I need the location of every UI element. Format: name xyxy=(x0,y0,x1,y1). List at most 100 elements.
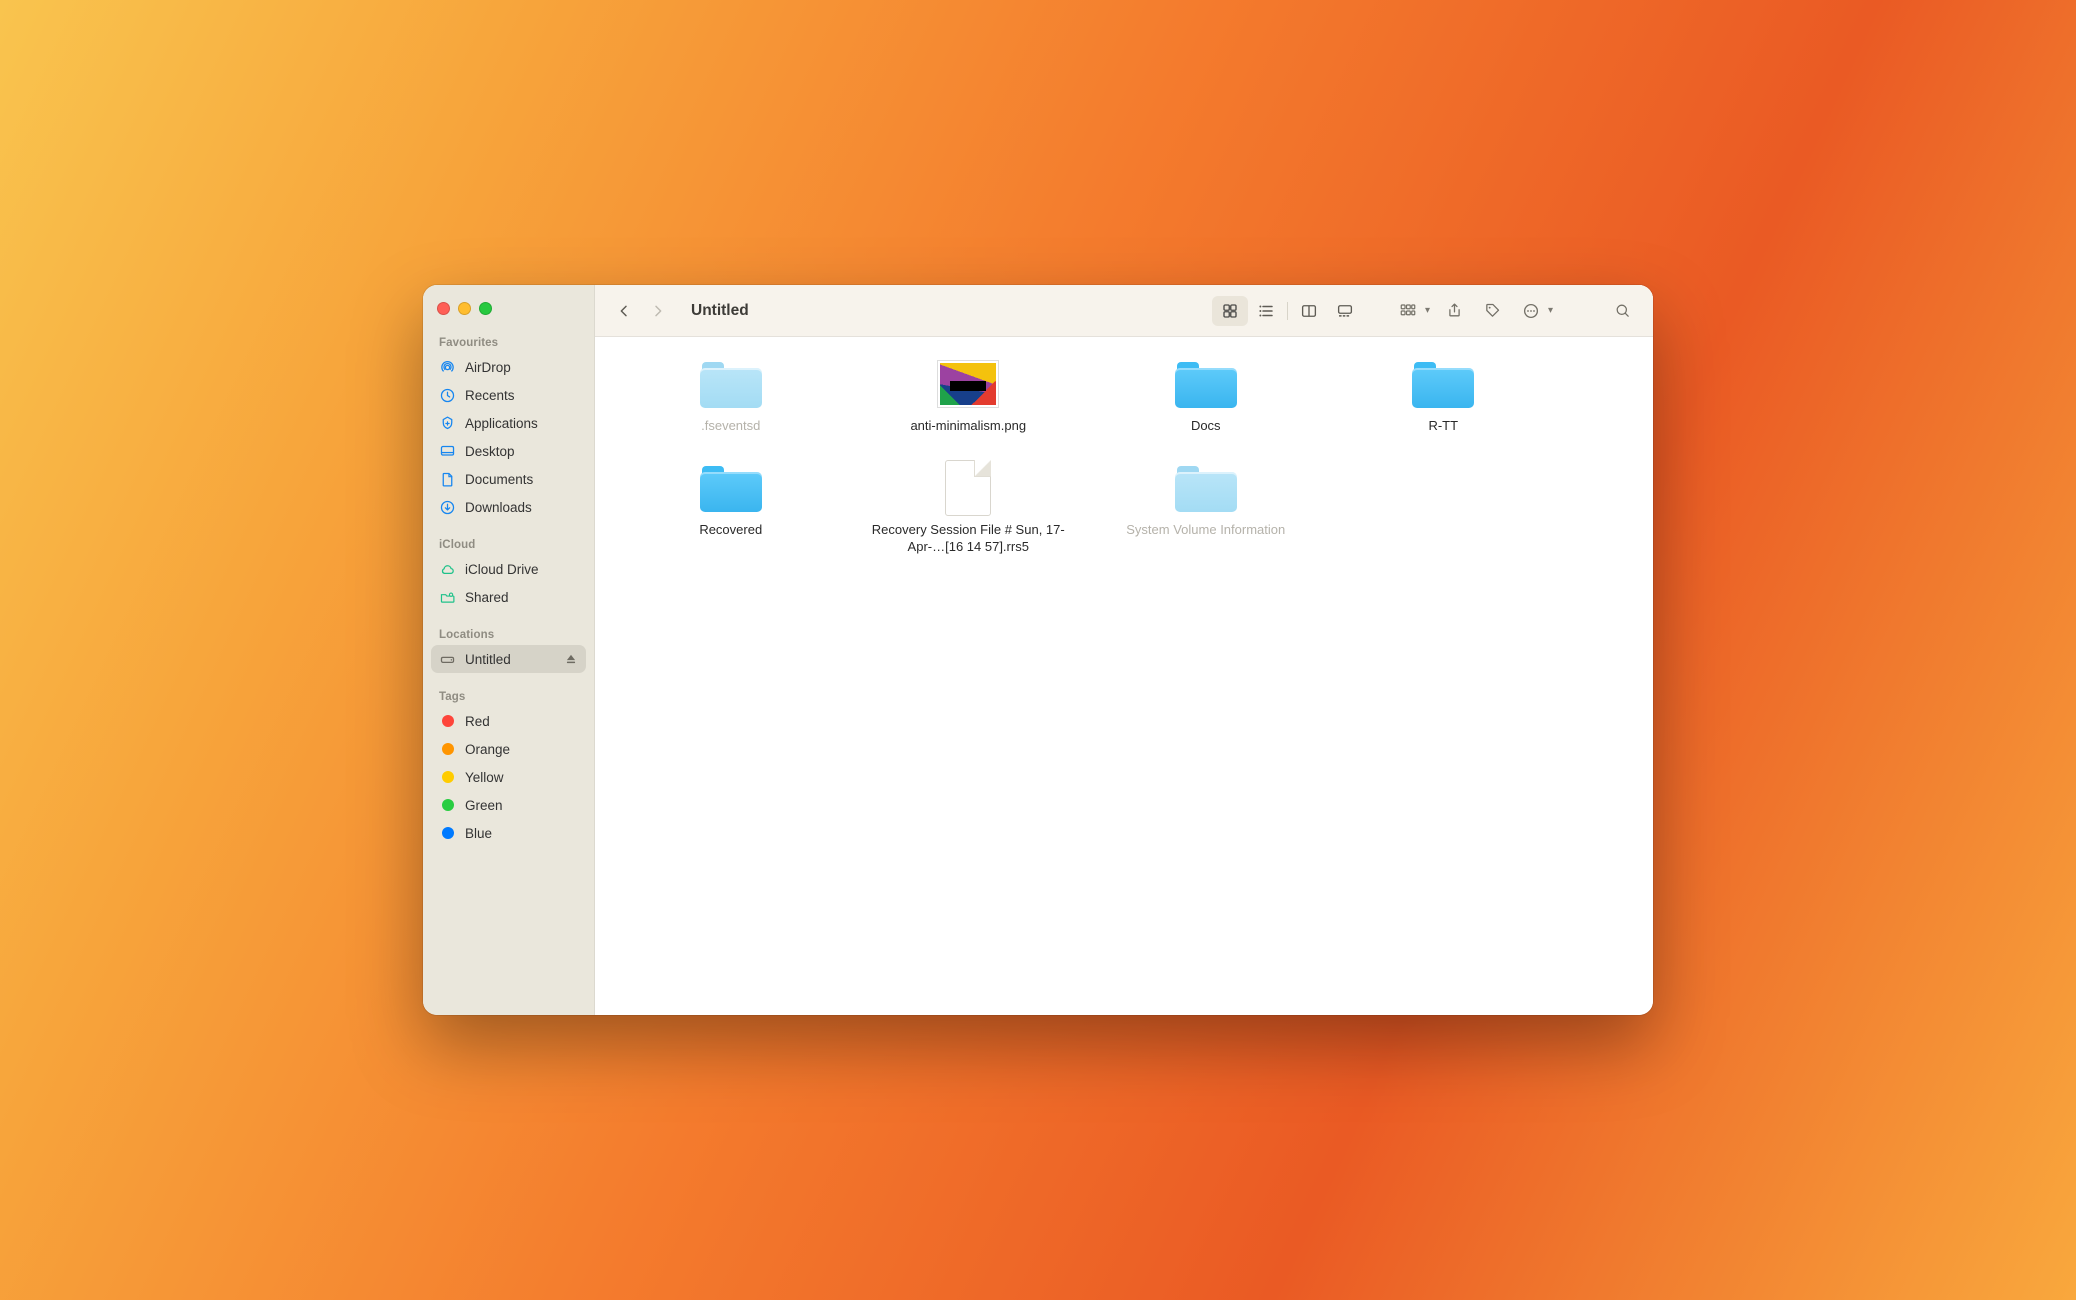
sidebar-item-downloads[interactable]: Downloads xyxy=(431,493,586,521)
sidebar-heading-tags: Tags xyxy=(431,687,586,707)
folder-icon xyxy=(1172,461,1240,515)
file-item[interactable]: Recovery Session File # Sun, 17-Apr-…[16… xyxy=(855,461,1083,556)
nav-arrows xyxy=(609,296,673,326)
folder-icon xyxy=(697,357,765,411)
file-name: .fseventsd xyxy=(701,417,760,435)
sidebar-heading-locations: Locations xyxy=(431,625,586,645)
window-controls xyxy=(431,297,586,333)
sidebar-item-label: Orange xyxy=(465,742,510,757)
sidebar-item-label: Yellow xyxy=(465,770,504,785)
view-list-button[interactable] xyxy=(1248,296,1284,326)
tag-dot-icon xyxy=(439,713,456,730)
file-item[interactable]: Recovered xyxy=(617,461,845,556)
tag-dot-icon xyxy=(439,769,456,786)
file-name: Recovery Session File # Sun, 17-Apr-…[16… xyxy=(863,521,1073,556)
folder-icon xyxy=(1172,357,1240,411)
sidebar-item-applications[interactable]: Applications xyxy=(431,409,586,437)
desktop-icon xyxy=(439,443,456,460)
finder-window: Favourites AirDrop Recents Applications xyxy=(423,285,1653,1015)
sidebar-tag-yellow[interactable]: Yellow xyxy=(431,763,586,791)
sidebar-item-label: Green xyxy=(465,798,503,813)
file-name: Docs xyxy=(1191,417,1221,435)
file-item[interactable]: .fseventsd xyxy=(617,357,845,435)
forward-button[interactable] xyxy=(643,296,673,326)
image-thumbnail-icon xyxy=(934,357,1002,411)
main-area: Untitled xyxy=(595,285,1653,1015)
back-button[interactable] xyxy=(609,296,639,326)
toolbar-right: ▾ ▾ xyxy=(1391,296,1639,326)
airdrop-icon xyxy=(439,359,456,376)
share-button[interactable] xyxy=(1438,296,1472,326)
tag-dot-icon xyxy=(439,741,456,758)
sidebar-item-shared[interactable]: Shared xyxy=(431,583,586,611)
sidebar-item-untitled-volume[interactable]: Untitled xyxy=(431,645,586,673)
file-name: R-TT xyxy=(1428,417,1458,435)
file-name: anti-minimalism.png xyxy=(910,417,1026,435)
sidebar-item-desktop[interactable]: Desktop xyxy=(431,437,586,465)
sidebar-section-locations: Locations Untitled xyxy=(431,625,586,673)
clock-icon xyxy=(439,387,456,404)
sidebar-item-label: Red xyxy=(465,714,490,729)
toolbar: Untitled xyxy=(595,285,1653,337)
minimize-window-button[interactable] xyxy=(458,302,471,315)
document-icon xyxy=(439,471,456,488)
file-item[interactable]: System Volume Information xyxy=(1092,461,1320,556)
view-icons-button[interactable] xyxy=(1212,296,1248,326)
cloud-icon xyxy=(439,561,456,578)
eject-icon[interactable] xyxy=(564,652,578,666)
sidebar-item-label: Desktop xyxy=(465,444,515,459)
sidebar-item-recents[interactable]: Recents xyxy=(431,381,586,409)
sidebar-section-favourites: Favourites AirDrop Recents Applications xyxy=(431,333,586,521)
sidebar-item-label: Documents xyxy=(465,472,533,487)
file-name: System Volume Information xyxy=(1126,521,1285,539)
download-icon xyxy=(439,499,456,516)
file-item[interactable]: Docs xyxy=(1092,357,1320,435)
sidebar-item-label: Shared xyxy=(465,590,509,605)
file-item[interactable]: R-TT xyxy=(1330,357,1558,435)
sidebar-item-label: Blue xyxy=(465,826,492,841)
sidebar-section-icloud: iCloud iCloud Drive Shared xyxy=(431,535,586,611)
sidebar-item-label: Untitled xyxy=(465,652,511,667)
toolbar-divider xyxy=(1287,302,1288,320)
file-item[interactable]: anti-minimalism.png xyxy=(855,357,1083,435)
chevron-down-icon: ▾ xyxy=(1548,305,1553,316)
drive-icon xyxy=(439,651,456,668)
sidebar-section-tags: Tags Red Orange Yellow Green Blue xyxy=(431,687,586,847)
zoom-window-button[interactable] xyxy=(479,302,492,315)
close-window-button[interactable] xyxy=(437,302,450,315)
tag-dot-icon xyxy=(439,825,456,842)
sidebar-item-label: Downloads xyxy=(465,500,532,515)
sidebar-item-documents[interactable]: Documents xyxy=(431,465,586,493)
search-button[interactable] xyxy=(1605,296,1639,326)
shared-folder-icon xyxy=(439,589,456,606)
view-mode-group xyxy=(1212,296,1363,326)
tag-dot-icon xyxy=(439,797,456,814)
view-gallery-button[interactable] xyxy=(1327,296,1363,326)
actions-menu-button[interactable] xyxy=(1514,296,1548,326)
sidebar-item-icloud-drive[interactable]: iCloud Drive xyxy=(431,555,586,583)
sidebar-item-label: Applications xyxy=(465,416,538,431)
group-by-button[interactable] xyxy=(1391,296,1425,326)
sidebar-item-label: AirDrop xyxy=(465,360,511,375)
sidebar-tag-blue[interactable]: Blue xyxy=(431,819,586,847)
sidebar-heading-favourites: Favourites xyxy=(431,333,586,353)
applications-icon xyxy=(439,415,456,432)
sidebar-item-airdrop[interactable]: AirDrop xyxy=(431,353,586,381)
sidebar-item-label: iCloud Drive xyxy=(465,562,539,577)
folder-icon xyxy=(1409,357,1477,411)
sidebar-heading-icloud: iCloud xyxy=(431,535,586,555)
window-title: Untitled xyxy=(691,302,749,320)
folder-icon xyxy=(697,461,765,515)
file-grid-area: .fseventsd anti-minimalism.png Docs R-TT xyxy=(595,337,1653,1015)
tags-button[interactable] xyxy=(1476,296,1510,326)
sidebar-tag-orange[interactable]: Orange xyxy=(431,735,586,763)
sidebar: Favourites AirDrop Recents Applications xyxy=(423,285,595,1015)
file-grid: .fseventsd anti-minimalism.png Docs R-TT xyxy=(617,357,1557,556)
chevron-down-icon: ▾ xyxy=(1425,305,1430,316)
sidebar-tag-red[interactable]: Red xyxy=(431,707,586,735)
document-file-icon xyxy=(934,461,1002,515)
file-name: Recovered xyxy=(699,521,762,539)
view-columns-button[interactable] xyxy=(1291,296,1327,326)
sidebar-tag-green[interactable]: Green xyxy=(431,791,586,819)
sidebar-item-label: Recents xyxy=(465,388,515,403)
